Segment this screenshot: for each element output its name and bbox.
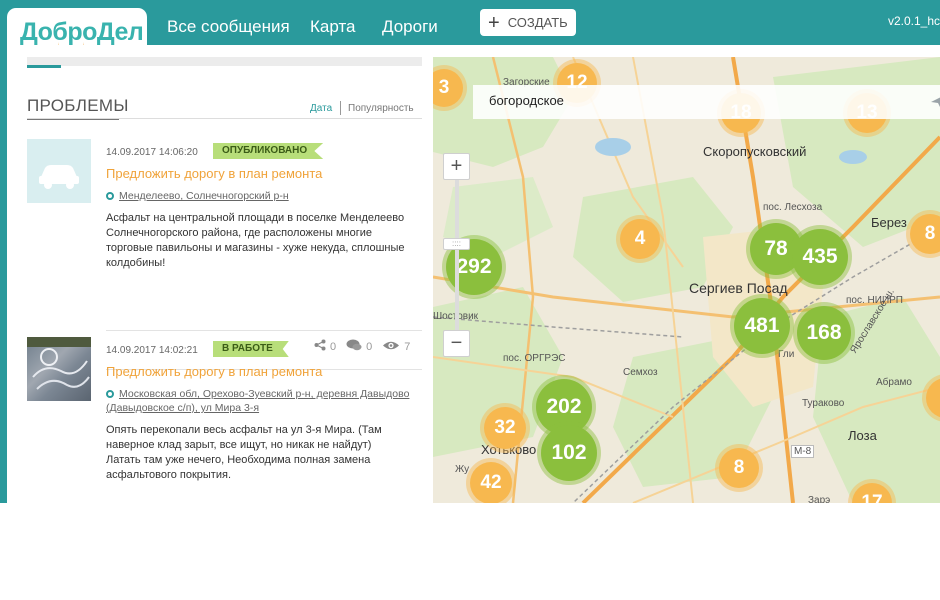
road-photo-image <box>27 337 91 390</box>
problem-time: 14.09.2017 14:02:21 <box>106 345 198 356</box>
plus-icon: + <box>488 11 500 34</box>
map-cluster[interactable]: 435 <box>792 229 848 285</box>
problems-panel: ПРОБЛЕМЫ Дата Популярность 14.09.2017 14… <box>7 45 433 503</box>
map-search-bar[interactable]: богородское <box>473 85 940 119</box>
place-label: Жу <box>455 464 470 475</box>
create-button[interactable]: + СОЗДАТЬ <box>480 9 576 36</box>
sort-by-popularity[interactable]: Популярность <box>348 103 414 114</box>
item-divider <box>106 330 422 331</box>
version-label: v2.0.1_hc <box>887 14 940 28</box>
nav-all-messages[interactable]: Все сообщения <box>167 17 290 37</box>
status-badge: ОПУБЛИКОВАНО <box>213 143 324 159</box>
comment-icon[interactable] <box>346 339 362 354</box>
problem-location[interactable]: Московская обл, Орехово-Зуевский р-н, де… <box>106 387 424 415</box>
scroll-indicator-thumb[interactable] <box>27 65 61 68</box>
problem-photo[interactable] <box>27 337 91 401</box>
car-icon <box>39 165 79 189</box>
sort-by-date[interactable]: Дата <box>310 103 332 114</box>
map-view[interactable]: Загорские Скоропусковский пос. Лесхоза Б… <box>433 57 940 503</box>
place-label: пос. ОРГРЭС <box>503 353 566 364</box>
app-frame: ДоброДел Все сообщения Карта Дороги + СО… <box>0 0 940 503</box>
map-cluster[interactable]: 168 <box>797 306 851 360</box>
share-icon[interactable] <box>314 339 326 354</box>
location-pin-icon <box>106 390 114 399</box>
place-label: Зарэ <box>808 495 831 503</box>
zoom-out-button[interactable]: − <box>443 330 470 357</box>
zoom-slider-handle[interactable]: :::: <box>443 238 470 250</box>
place-label: Гли <box>778 349 795 360</box>
place-label: Абрамо <box>876 377 912 388</box>
map-cluster[interactable]: 8 <box>719 448 759 488</box>
map-cluster[interactable]: 102 <box>541 425 597 481</box>
problem-title[interactable]: Предложить дорогу в план ремонта <box>106 364 322 379</box>
problem-stats: 0 0 7 <box>314 339 416 354</box>
problem-title[interactable]: Предложить дорогу в план ремонта <box>106 166 322 181</box>
problem-description: Асфальт на центральной площади в поселке… <box>106 212 405 269</box>
problems-header-divider <box>27 118 422 119</box>
left-accent-strip <box>0 45 7 503</box>
place-label: пос. Лесхоза <box>763 202 823 213</box>
place-label: Скоропусковский <box>703 144 807 159</box>
problem-description: Опять перекопали весь асфальт на ул 3-я … <box>106 424 382 481</box>
place-label: Тураково <box>802 398 845 409</box>
place-label: Семхоз <box>623 367 658 378</box>
share-count: 0 <box>330 340 337 353</box>
nav-map[interactable]: Карта <box>310 17 356 37</box>
problem-location-text: Менделеево, Солнечногорский р-н <box>119 190 289 202</box>
top-navigation-bar: ДоброДел Все сообщения Карта Дороги + СО… <box>0 0 940 52</box>
eye-icon <box>382 339 400 354</box>
zoom-slider-track[interactable] <box>455 180 459 330</box>
problem-location[interactable]: Менделеево, Солнечногорский р-н <box>106 189 424 203</box>
nav-roads[interactable]: Дороги <box>382 17 438 37</box>
zoom-in-button[interactable]: + <box>443 153 470 180</box>
problem-time: 14.09.2017 14:06:20 <box>106 147 198 158</box>
place-label: пос. НИИРП <box>846 295 903 306</box>
map-search-input[interactable]: богородское <box>489 93 564 108</box>
highway-label: М-8 <box>791 445 815 458</box>
map-cluster[interactable]: 481 <box>734 298 790 354</box>
create-button-label: СОЗДАТЬ <box>507 15 568 30</box>
problem-thumbnail[interactable] <box>27 139 91 203</box>
place-label: Берез <box>871 215 907 230</box>
map-cluster[interactable]: 4 <box>620 219 660 259</box>
sort-separator <box>340 101 341 115</box>
map-cluster[interactable]: 32 <box>484 407 526 449</box>
status-badge: В РАБОТЕ <box>213 341 289 357</box>
problems-title: ПРОБЛЕМЫ <box>27 96 129 115</box>
place-label: Лоза <box>848 428 877 443</box>
comment-count: 0 <box>366 340 373 353</box>
view-count: 7 <box>404 340 411 353</box>
logo[interactable]: ДоброДел <box>20 18 144 52</box>
location-pin-icon <box>106 192 114 201</box>
place-label: Сергиев Посад <box>689 280 788 296</box>
problem-location-text: Московская обл, Орехово-Зуевский р-н, де… <box>106 388 410 414</box>
scroll-indicator-track <box>27 57 422 66</box>
map-cluster[interactable]: 42 <box>470 462 512 503</box>
